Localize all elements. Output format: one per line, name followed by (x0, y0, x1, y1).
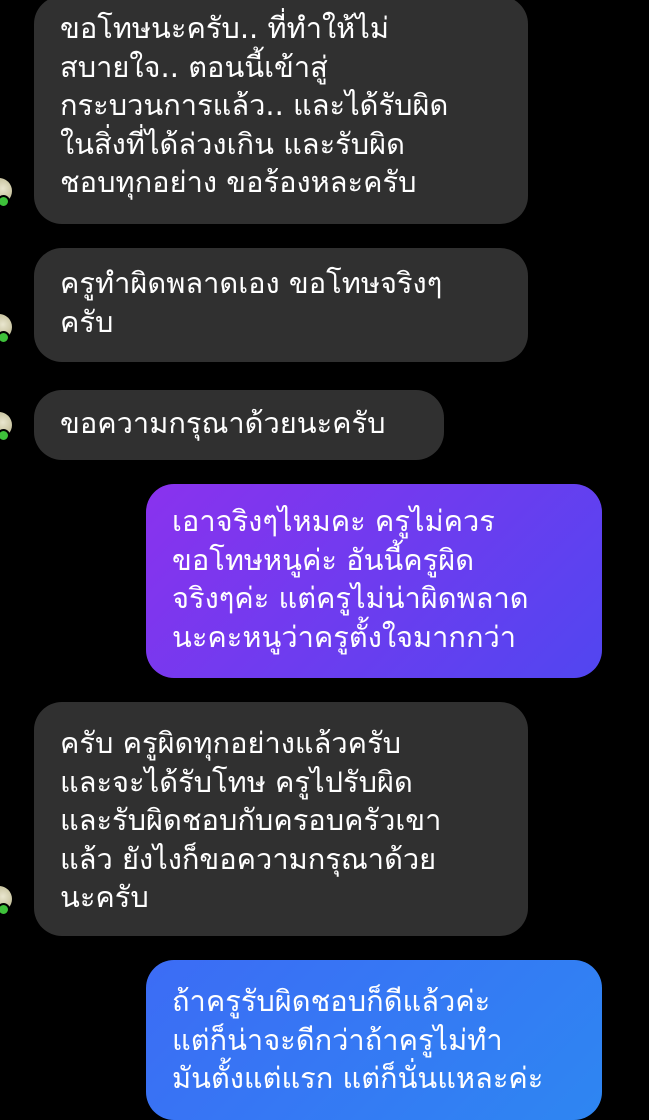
contact-avatar[interactable] (0, 412, 12, 442)
contact-avatar[interactable] (0, 314, 12, 344)
online-status-icon (0, 903, 10, 916)
incoming-message-bubble[interactable]: ครับ ครูผิดทุกอย่างแล้วครับ และจะได้รับโ… (34, 702, 528, 936)
message-thread[interactable]: ขอโทษนะครับ.. ที่ทำให้ไม่ สบายใจ.. ตอนนี… (0, 0, 649, 1120)
outgoing-message-bubble[interactable]: เอาจริงๆไหมคะ ครูไม่ควร ขอโทษหนูค่ะ อันน… (146, 484, 602, 678)
incoming-message-bubble[interactable]: ขอโทษนะครับ.. ที่ทำให้ไม่ สบายใจ.. ตอนนี… (34, 0, 528, 224)
incoming-message-bubble[interactable]: ครูทำผิดพลาดเอง ขอโทษจริงๆ ครับ (34, 248, 528, 362)
contact-avatar[interactable] (0, 886, 12, 916)
online-status-icon (0, 331, 10, 344)
incoming-message-bubble[interactable]: ขอความกรุณาด้วยนะครับ (34, 390, 444, 460)
online-status-icon (0, 195, 10, 208)
outgoing-message-bubble[interactable]: ถ้าครูรับผิดชอบก็ดีแล้วค่ะ แต่ก็น่าจะดีก… (146, 960, 602, 1120)
contact-avatar[interactable] (0, 178, 12, 208)
online-status-icon (0, 429, 10, 442)
